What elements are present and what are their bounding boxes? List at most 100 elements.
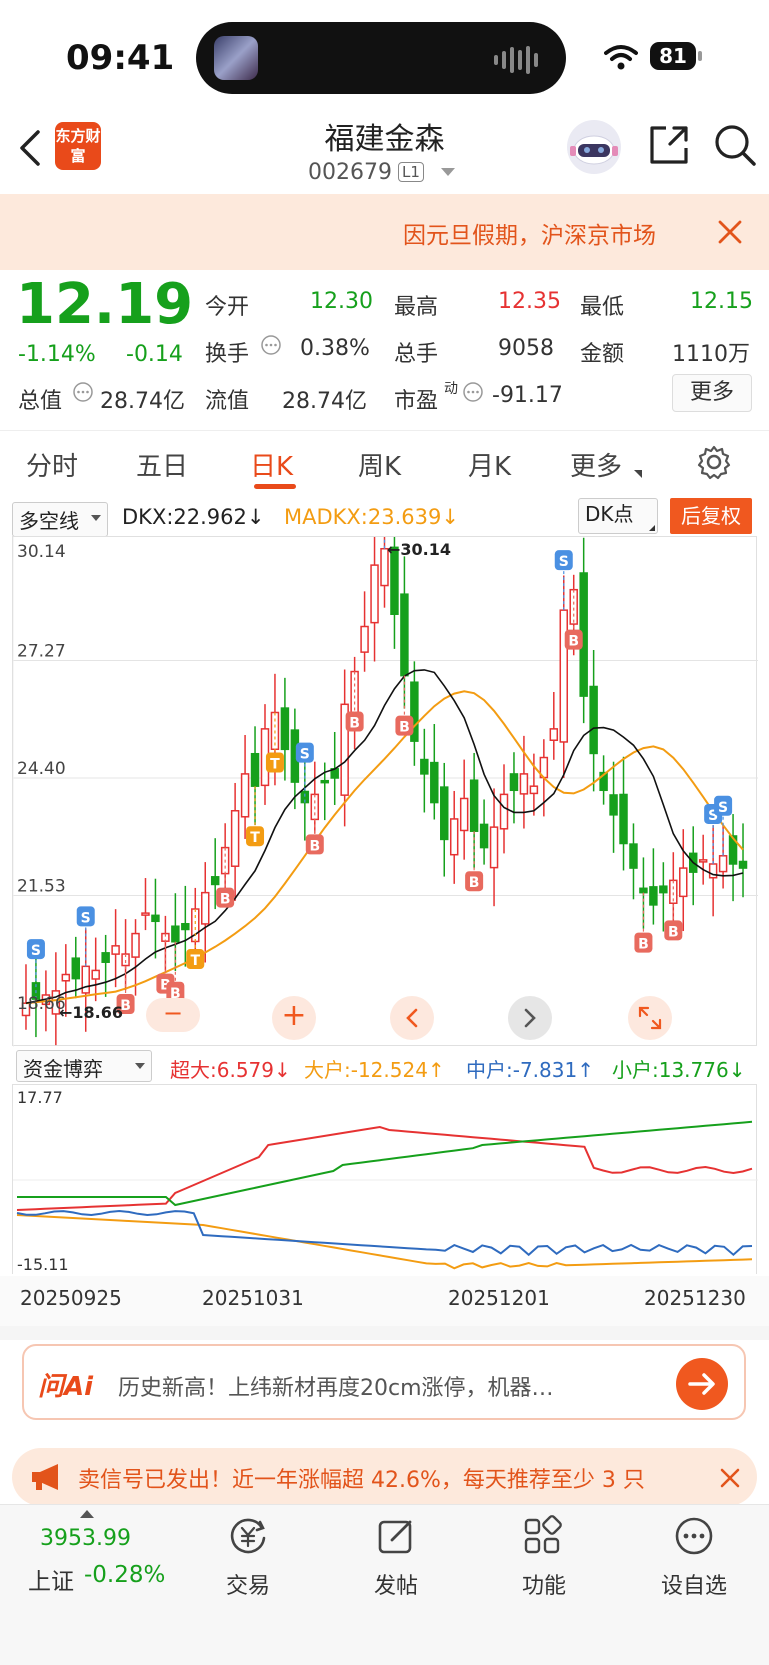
mktcap-label: 总值 — [18, 389, 63, 414]
battery-indicator: 81 — [650, 42, 696, 70]
index-name: 上证 — [28, 1569, 74, 1595]
ai-ask-box[interactable]: 问Ai 历史新高！上纬新材再度20cm涨停，机器… — [22, 1344, 746, 1420]
date-tick: 20251031 — [202, 1286, 304, 1310]
candle-down — [469, 779, 479, 832]
nav-post[interactable]: 发帖 — [346, 1568, 446, 1600]
indicator-select[interactable]: 多空线 — [12, 502, 108, 537]
fund-select[interactable]: 资金博弈 — [16, 1050, 152, 1082]
signal-label: T — [270, 756, 280, 772]
signal-label: B — [309, 838, 320, 854]
dk-point-select[interactable]: DK点 — [578, 498, 658, 534]
fund-large-value: 大户:-12.524↑ — [304, 1058, 445, 1082]
change-amount: -0.14 — [126, 342, 183, 367]
zoom-out-button[interactable]: − — [146, 998, 200, 1032]
tab-daily-k[interactable]: 日K — [250, 446, 293, 483]
nav-custom-watchlist[interactable]: 设自选 — [644, 1568, 744, 1600]
signal-label: S — [81, 910, 91, 926]
fullscreen-button[interactable] — [628, 996, 672, 1040]
trade-icon[interactable] — [226, 1514, 270, 1558]
section-divider — [0, 1326, 769, 1340]
candle-down — [440, 786, 449, 841]
candle-up — [141, 912, 150, 916]
max-price-label: ←30.14 — [387, 540, 451, 559]
chevron-left-icon — [406, 1008, 418, 1028]
tab-intraday[interactable]: 分时 — [26, 446, 78, 483]
tab-weekly-k[interactable]: 周K — [358, 446, 401, 483]
adjust-button[interactable]: 后复权 — [670, 498, 752, 534]
nav-functions[interactable]: 功能 — [494, 1568, 594, 1600]
candle-down — [629, 843, 638, 869]
active-tab-indicator — [254, 484, 296, 489]
open-label: 今开 — [205, 295, 250, 320]
candle-up — [698, 859, 708, 863]
signal-label: B — [668, 924, 679, 940]
promo-banner[interactable]: 卖信号已发出！近一年涨幅超 42.6%，每天推荐至少 3 只 — [12, 1448, 757, 1506]
candle-up — [370, 564, 379, 624]
caret-down-icon — [91, 515, 101, 521]
candle-down — [171, 925, 180, 943]
scroll-left-button[interactable] — [390, 996, 434, 1040]
more-button[interactable]: 更多 — [672, 374, 752, 412]
candle-up — [529, 785, 539, 795]
min-price-label: ←18.66 — [59, 1003, 123, 1022]
chevron-right-icon — [524, 1008, 536, 1028]
wifi-icon — [604, 45, 638, 70]
index-value[interactable]: 3953.99 — [40, 1526, 131, 1551]
close-icon[interactable] — [716, 218, 744, 246]
candle-up — [201, 891, 210, 925]
signal-label: S — [300, 747, 310, 763]
tab-more[interactable]: 更多 — [570, 446, 622, 483]
volume-label: 总手 — [394, 342, 439, 367]
ai-send-button[interactable] — [676, 1358, 728, 1410]
expand-icon — [638, 1006, 662, 1030]
kline-chart[interactable]: SSBBBTBTTSBBSBBSBBBSS 30.1427.2724.4021.… — [12, 488, 758, 1047]
fund-chart[interactable]: 17.77 -15.11 — [13, 1085, 758, 1275]
fund-chart-panel[interactable]: 17.77 -15.11 — [12, 1084, 758, 1275]
candle-down — [430, 761, 439, 804]
scroll-right-button[interactable] — [508, 996, 552, 1040]
candle-up — [81, 965, 90, 994]
ai-logo: 问Ai — [38, 1372, 94, 1402]
settings-gear-icon[interactable] — [696, 444, 732, 480]
robot-assistant-icon[interactable] — [564, 118, 624, 176]
tab-monthly-k[interactable]: 月K — [468, 446, 511, 483]
current-price: 12.19 — [16, 272, 194, 337]
share-icon[interactable] — [646, 122, 690, 168]
caret-down-icon — [135, 1063, 145, 1069]
status-bar: 09:41 81 — [0, 0, 769, 108]
date-tick: 20251201 — [448, 1286, 550, 1310]
candle-up — [459, 797, 469, 832]
zoom-in-button[interactable]: + — [272, 996, 316, 1040]
candle-down — [71, 957, 81, 980]
now-playing-artwork — [214, 36, 258, 80]
tab-five-day[interactable]: 五日 — [136, 446, 188, 483]
signal-label: T — [250, 830, 260, 846]
info-dots-icon[interactable] — [72, 381, 94, 403]
nav-trade[interactable]: 交易 — [198, 1568, 298, 1600]
search-icon[interactable] — [712, 122, 758, 168]
signal-label: B — [399, 720, 410, 736]
signal-label: B — [638, 937, 649, 953]
info-dots-icon[interactable] — [462, 381, 484, 403]
kline-chart-panel[interactable]: SSBBBTBTTSBBSBBSBBBSS 30.1427.2724.4021.… — [12, 488, 758, 1047]
candle-down — [639, 887, 648, 894]
date-tick: 20250925 — [20, 1286, 122, 1310]
kline-y-tick: 27.27 — [17, 642, 66, 662]
candle-down — [609, 794, 618, 816]
more-caret-icon — [634, 470, 642, 478]
candle-up — [61, 973, 71, 982]
close-icon[interactable] — [718, 1466, 742, 1490]
index-change: -0.28% — [84, 1562, 166, 1588]
more-dots-icon[interactable] — [672, 1514, 716, 1558]
mktcap-value: 28.74亿 — [100, 389, 185, 414]
fund-large-line — [16, 1214, 753, 1270]
signal-label: T — [190, 953, 200, 969]
turnover-value: 0.38% — [300, 336, 370, 361]
status-time: 09:41 — [66, 38, 175, 78]
grid-apps-icon[interactable] — [520, 1514, 564, 1558]
info-dots-icon[interactable] — [260, 334, 282, 356]
expand-index-icon[interactable] — [80, 1510, 94, 1518]
post-edit-icon[interactable] — [374, 1514, 418, 1558]
signal-label: B — [568, 634, 579, 650]
stock-code-row[interactable]: 002679 L1 — [308, 160, 455, 185]
